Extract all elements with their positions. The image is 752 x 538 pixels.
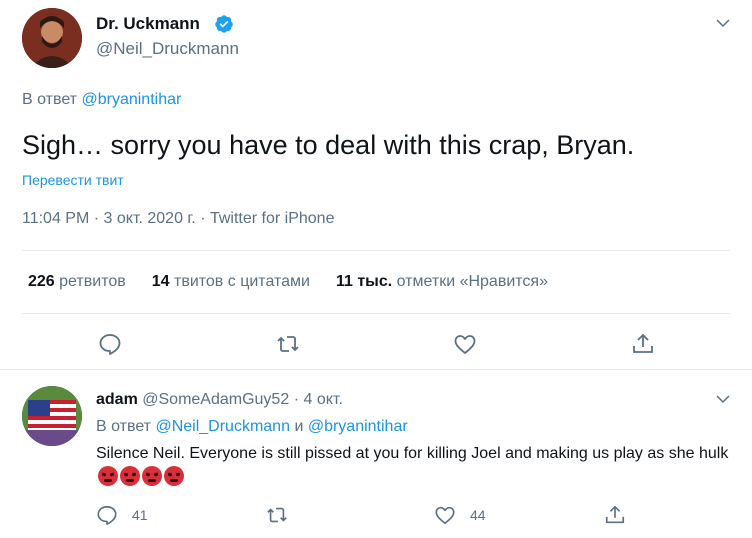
- likes-stat[interactable]: 11 тыс. отметки «Нравится»: [336, 273, 548, 291]
- divider: [22, 250, 730, 251]
- tweet-actions: [0, 332, 752, 358]
- reply-author-avatar[interactable]: [22, 386, 82, 446]
- like-count: 44: [470, 507, 486, 523]
- divider: [22, 313, 730, 314]
- reply-icon[interactable]: [96, 504, 118, 526]
- reply-date[interactable]: 4 окт.: [303, 391, 342, 408]
- angry-face-emoji: [142, 466, 162, 486]
- author-handle[interactable]: @Neil_Druckmann: [96, 39, 239, 59]
- reply-to-link[interactable]: @Neil_Druckmann: [155, 418, 290, 435]
- retweets-stat[interactable]: 226 ретвитов: [28, 273, 126, 291]
- angry-face-emoji: [164, 466, 184, 486]
- main-tweet: Dr. Uckmann @Neil_Druckmann В ответ @bry…: [0, 0, 752, 370]
- reply-header: adam @SomeAdamGuy52 · 4 окт.: [96, 391, 343, 408]
- reply-author-handle[interactable]: @SomeAdamGuy52: [142, 391, 289, 408]
- quotes-stat[interactable]: 14 твитов с цитатами: [152, 273, 310, 291]
- reply-actions: 41 44: [0, 504, 752, 528]
- verified-badge-icon: [215, 15, 233, 33]
- share-icon[interactable]: [604, 504, 626, 526]
- reply-context: В ответ @Neil_Druckmann и @bryanintihar: [96, 418, 408, 435]
- reply-context: В ответ @bryanintihar: [22, 91, 182, 108]
- chevron-down-icon[interactable]: [714, 14, 732, 32]
- angry-face-emoji: [98, 466, 118, 486]
- reply-icon[interactable]: [98, 332, 122, 356]
- reply-text: Silence Neil. Everyone is still pissed a…: [96, 442, 736, 490]
- like-icon[interactable]: [453, 332, 477, 356]
- retweet-icon[interactable]: [276, 332, 300, 356]
- tweet-stats: 226 ретвитов 14 твитов с цитатами 11 тыс…: [28, 273, 574, 291]
- like-icon[interactable]: [434, 504, 456, 526]
- chevron-down-icon[interactable]: [714, 390, 732, 408]
- author-avatar[interactable]: [22, 8, 82, 68]
- retweet-icon[interactable]: [266, 504, 288, 526]
- share-icon[interactable]: [631, 332, 655, 356]
- translate-link[interactable]: Перевести твит: [22, 172, 124, 188]
- angry-face-emoji: [120, 466, 140, 486]
- tweet-text: Sigh… sorry you have to deal with this c…: [22, 130, 635, 160]
- reply-count: 41: [132, 507, 148, 523]
- reply-to-link[interactable]: @bryanintihar: [308, 418, 408, 435]
- reply-author-name[interactable]: adam: [96, 391, 138, 408]
- author-name[interactable]: Dr. Uckmann: [96, 14, 200, 34]
- reply-to-link[interactable]: @bryanintihar: [81, 91, 181, 108]
- reply-tweet[interactable]: adam @SomeAdamGuy52 · 4 окт. В ответ @Ne…: [0, 370, 752, 538]
- tweet-meta: 11:04 PM · 3 окт. 2020 г. · Twitter for …: [22, 210, 335, 227]
